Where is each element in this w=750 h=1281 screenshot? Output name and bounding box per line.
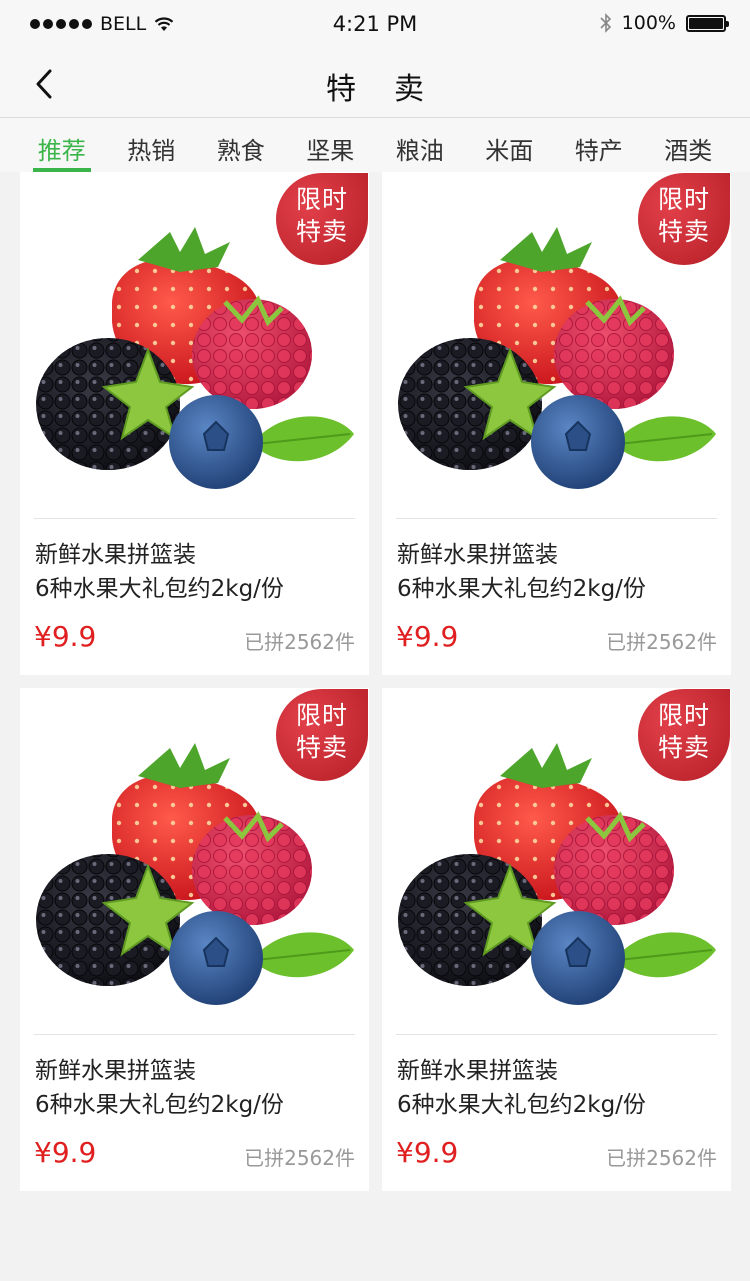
tab-liquor[interactable]: 酒类: [644, 118, 734, 172]
tab-rice-noodles[interactable]: 米面: [465, 118, 555, 172]
flash-sale-badge: 限时 特卖: [638, 689, 730, 781]
tab-specialty[interactable]: 特产: [554, 118, 644, 172]
product-card[interactable]: 限时 特卖 新鲜水果拼篮装 6种水果大礼包约2kg/份 ¥9.9 已拼2562件: [382, 688, 731, 1191]
product-card[interactable]: 限时 特卖 新鲜水果拼篮装 6种水果大礼包约2kg/份 ¥9.9 已拼2562件: [382, 172, 731, 675]
category-tabs: 推荐 热销 熟食 坚果 粮油 米面 特产 酒类: [0, 118, 750, 172]
product-price: ¥9.9: [34, 620, 97, 653]
battery-percent: 100%: [621, 12, 676, 34]
bluetooth-icon: [600, 13, 611, 33]
product-title[interactable]: 新鲜水果拼篮装 6种水果大礼包约2kg/份: [397, 538, 727, 606]
page-title: 特卖: [326, 72, 462, 107]
battery-icon: [686, 14, 729, 32]
product-title[interactable]: 新鲜水果拼篮装 6种水果大礼包约2kg/份: [35, 538, 365, 606]
sold-count: 已拼2562件: [244, 1146, 355, 1170]
sold-count: 已拼2562件: [606, 630, 717, 654]
product-card[interactable]: 限时 特卖 新鲜水果拼篮装 6种水果大礼包约2kg/份 ¥9.9 已拼2562件: [20, 688, 369, 1191]
product-card[interactable]: 限时 特卖 新鲜水果拼篮装 6种水果大礼包约2kg/份 ¥9.9 已拼2562件: [20, 172, 369, 675]
tab-cooked-food[interactable]: 熟食: [196, 118, 286, 172]
product-price: ¥9.9: [396, 1136, 459, 1169]
tab-nuts[interactable]: 坚果: [286, 118, 376, 172]
flash-sale-badge: 限时 特卖: [638, 173, 730, 265]
flash-sale-badge: 限时 特卖: [276, 689, 368, 781]
product-title[interactable]: 新鲜水果拼篮装 6种水果大礼包约2kg/份: [397, 1054, 727, 1122]
nav-bar: 特卖: [0, 50, 750, 118]
tab-recommend[interactable]: 推荐: [17, 118, 107, 172]
divider: [34, 518, 355, 519]
product-title[interactable]: 新鲜水果拼篮装 6种水果大礼包约2kg/份: [35, 1054, 365, 1122]
sold-count: 已拼2562件: [606, 1146, 717, 1170]
product-grid: 限时 特卖 新鲜水果拼篮装 6种水果大礼包约2kg/份 ¥9.9 已拼2562件 限…: [20, 172, 731, 1191]
status-bar: BELL 4:21 PM 100%: [0, 0, 750, 50]
divider: [34, 1034, 355, 1035]
product-price: ¥9.9: [396, 620, 459, 653]
status-right: 100%: [600, 12, 729, 34]
sold-count: 已拼2562件: [244, 630, 355, 654]
flash-sale-badge: 限时 特卖: [276, 173, 368, 265]
tab-grain-oil[interactable]: 粮油: [375, 118, 465, 172]
product-price: ¥9.9: [34, 1136, 97, 1169]
tab-hot[interactable]: 热销: [107, 118, 197, 172]
divider: [396, 518, 717, 519]
divider: [396, 1034, 717, 1035]
